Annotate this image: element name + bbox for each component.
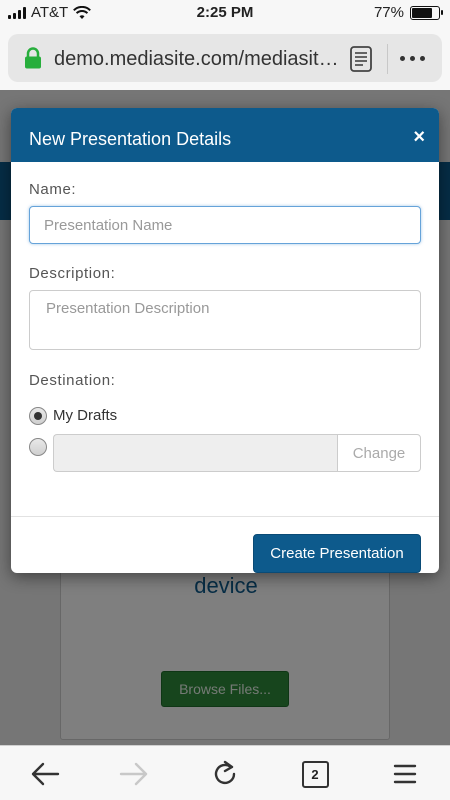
- tabs-button[interactable]: 2: [299, 758, 331, 790]
- tabs-count: 2: [301, 760, 329, 788]
- battery-fill: [412, 7, 433, 18]
- dialog-title: New Presentation Details: [29, 129, 232, 149]
- address-divider: [387, 44, 388, 74]
- radio-other-destination[interactable]: [29, 438, 47, 456]
- description-label: Description:: [29, 265, 116, 282]
- status-right: 77%: [373, 4, 443, 21]
- change-destination-button[interactable]: Change: [337, 434, 421, 472]
- close-icon[interactable]: ×: [413, 127, 425, 147]
- create-presentation-button[interactable]: Create Presentation: [253, 534, 421, 573]
- address-bar[interactable]: demo.mediasite.com/mediasite/...: [8, 34, 442, 82]
- lock-icon: [25, 47, 41, 69]
- battery-icon: [410, 5, 443, 20]
- radio-my-drafts[interactable]: [29, 407, 47, 425]
- destination-path-field: [53, 434, 338, 472]
- more-menu-icon[interactable]: [400, 56, 425, 61]
- forward-arrow-icon[interactable]: [118, 758, 150, 790]
- dialog-header: New Presentation Details ×: [11, 108, 439, 162]
- back-arrow-icon[interactable]: [29, 758, 61, 790]
- browser-toolbar: 2: [0, 745, 450, 800]
- presentation-description-input[interactable]: [29, 290, 421, 350]
- url-text[interactable]: demo.mediasite.com/mediasite/...: [54, 48, 344, 71]
- name-label: Name:: [29, 181, 77, 198]
- destination-label: Destination:: [29, 372, 116, 389]
- presentation-name-input[interactable]: [29, 206, 421, 244]
- new-presentation-dialog: New Presentation Details × Name: Descrip…: [11, 108, 439, 573]
- my-drafts-label[interactable]: My Drafts: [53, 407, 117, 424]
- reader-view-icon[interactable]: [349, 46, 373, 72]
- battery-percent: 77%: [373, 4, 404, 21]
- browser-address-area: demo.mediasite.com/mediasite/...: [0, 26, 450, 90]
- status-bar: AT&T 2:25 PM 77%: [0, 0, 450, 26]
- dialog-footer-divider: [11, 516, 439, 517]
- reload-icon[interactable]: [209, 758, 241, 790]
- menu-icon[interactable]: [389, 758, 421, 790]
